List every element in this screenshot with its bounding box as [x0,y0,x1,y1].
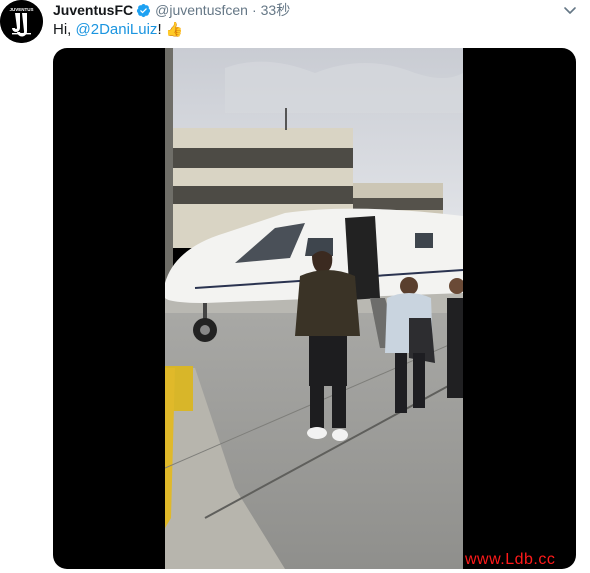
tweet-header: JuventusFC @juventusfcen · 33秒 [53,1,290,19]
timestamp[interactable]: 33秒 [261,0,291,20]
thumbs-up-icon: 👍 [165,20,184,37]
tweet-text-suffix: ! [157,20,162,38]
verified-badge-icon [137,3,151,17]
handle[interactable]: @juventusfcen [155,2,248,18]
display-name[interactable]: JuventusFC [53,2,133,18]
tweet-text: Hi, @2DaniLuiz ! 👍 [53,19,183,39]
video-frame[interactable] [165,48,463,569]
svg-text:JUVENTUS: JUVENTUS [9,7,33,12]
watermark: www.Ldb.cc [465,551,556,568]
chevron-down-icon[interactable] [562,2,578,18]
video-still-image [165,48,463,569]
juventus-logo-icon: JUVENTUS [0,0,43,43]
mention-link[interactable]: @2DaniLuiz [76,21,158,38]
tweet-text-prefix: Hi, [53,20,76,38]
video-player[interactable] [53,48,576,569]
avatar[interactable]: JUVENTUS [0,0,43,43]
separator-dot: · [251,2,257,18]
